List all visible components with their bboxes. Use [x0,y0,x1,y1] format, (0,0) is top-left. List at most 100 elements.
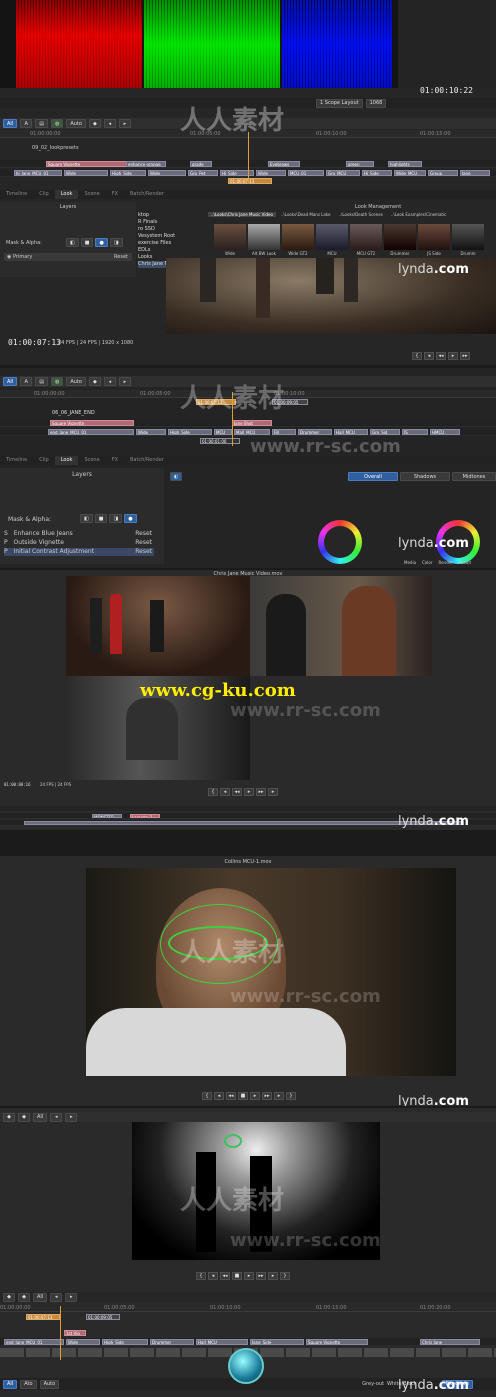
layer-row[interactable]: P Outside Vignette Reset [4,539,154,547]
tab-fx[interactable]: FX [106,190,124,199]
color-wheel-overall[interactable] [318,520,362,564]
mask-button[interactable]: ◧ [66,238,79,247]
tool-button-1[interactable]: A [20,119,33,128]
tab-shadows[interactable]: Shadows [400,472,450,481]
mask-button[interactable]: ◨ [109,238,123,247]
rewind-button[interactable]: ◂◂ [436,352,446,360]
clip[interactable]: Wide [256,170,286,176]
clip[interactable]: Jane [460,170,490,176]
clip[interactable]: Square Vignette [306,1339,368,1345]
step-back-button[interactable]: ◂ [220,788,230,796]
bottom-button[interactable]: All [3,1379,18,1389]
look-thumb[interactable] [350,224,382,250]
look-tab[interactable]: ..\Looks\Dead Mans Lake [278,212,334,217]
diamond-button[interactable]: ◆ [88,377,101,386]
clip[interactable]: Lorenzo_3 [130,814,160,818]
playhead-line[interactable] [232,392,233,446]
clip[interactable]: Square Vignette [50,420,134,426]
clip[interactable]: Wide [64,170,108,176]
clip[interactable]: High_Side [102,1339,148,1345]
timeline-ruler[interactable]: 01:00:00:00 01:00:05:00 01:00:10:00 01:0… [0,1304,496,1312]
clip[interactable]: Fill [272,429,296,435]
layer-reset-button[interactable]: Reset [135,548,152,556]
sub-tab[interactable]: Media [404,560,416,565]
mask-button[interactable]: ■ [94,514,108,523]
folder-item[interactable]: ktop [138,212,204,219]
next-button[interactable]: ▸ [65,1292,78,1302]
look-tab[interactable]: ..\Look Examples\Cinematic [388,212,449,217]
clip[interactable]: Group [428,170,458,176]
clip[interactable]: MONSTER [92,814,122,818]
layer-row-primary[interactable]: ◉ Primary Reset [4,253,132,261]
stop-button[interactable]: ■ [238,1092,248,1100]
scope-size-select[interactable]: 1068 [365,98,387,108]
clip[interactable]: highlights [388,161,422,167]
clip[interactable]: Hall_MCU [334,429,368,435]
tab-clip[interactable]: Clip [33,456,54,465]
clip[interactable]: Hi_Side [362,170,392,176]
tab-batch[interactable]: Batch/Render [124,190,170,199]
forward-button[interactable]: ▸▸ [460,352,470,360]
step-forward-button[interactable]: ▸ [268,788,278,796]
prev-button[interactable]: ◂ [50,1292,63,1302]
prev-button[interactable]: ◂ [50,1112,63,1122]
clip[interactable]: Wide_MCU [394,170,426,176]
look-thumb[interactable] [214,224,246,250]
mini-ruler[interactable] [0,806,496,812]
playhead-line[interactable] [248,132,249,184]
folder-item[interactable]: exercise Files [138,240,204,247]
tab-fx[interactable]: FX [106,456,124,465]
clip[interactable]: Eyebrows [268,161,300,167]
look-tab[interactable]: ..\Looks\Chris Jane Music Video [208,212,276,217]
tool-button-2[interactable]: ▤ [35,119,48,128]
look-thumb[interactable] [316,224,348,250]
select-all-button[interactable]: All [33,1292,48,1302]
clip[interactable]: Gro_Sid [370,429,400,435]
bottom-button[interactable]: Auto [39,1379,60,1389]
mask-button[interactable]: ● [124,514,137,523]
select-all-button[interactable]: All [33,1112,48,1122]
bottom-button[interactable]: Ato [20,1379,37,1389]
clip[interactable]: green [346,161,374,167]
clip[interactable]: HMCU [430,429,460,435]
layer-reset-button[interactable]: Reset [114,253,128,261]
sub-tab[interactable]: Color [422,560,432,565]
grade-tool-button[interactable]: ◍ [50,119,64,128]
tab-batch[interactable]: Batch/Render [124,456,170,465]
clip[interactable]: High_Side [168,429,212,435]
tab-look[interactable]: Look [54,190,79,199]
step-back-button[interactable]: ◂ [424,352,434,360]
tab-scene[interactable]: Scene [78,456,105,465]
layer-row-selected[interactable]: P Initial Contrast Adjustment Reset [4,548,154,556]
clip[interactable]: MCU [214,429,232,435]
look-thumb[interactable] [418,224,450,250]
clip[interactable]: Mall_MCU [234,429,270,435]
clip[interactable]: Jane Shot [232,420,272,426]
look-tab[interactable]: ..\Looks\Death Scenes [336,212,386,217]
prev-button[interactable]: ◂ [103,377,116,386]
auto-button[interactable]: Auto [66,377,86,386]
clip[interactable]: Chris Jane [420,1339,480,1345]
clip[interactable]: High_Side [110,170,146,176]
tab-timeline[interactable]: Timeline [0,190,33,199]
clip[interactable]: end_Jane_MCU_01 [4,1339,64,1345]
clip[interactable]: Drummer [150,1339,194,1345]
select-all-button[interactable]: All [3,377,18,386]
tab-scene[interactable]: Scene [78,190,105,199]
step-back-button[interactable]: ◂ [214,1092,224,1100]
forward-button[interactable]: ▸▸ [256,1272,266,1280]
look-thumb[interactable] [452,224,484,250]
tool-button[interactable]: ◆ [18,1292,30,1302]
clip[interactable]: Gro_Pet [188,170,218,176]
forward-button[interactable]: ▸▸ [262,1092,272,1100]
eye-icon[interactable]: ◉ [7,254,11,260]
tool-button[interactable]: ▤ [35,377,48,386]
clip[interactable]: Wide [136,429,166,435]
prev-button[interactable]: ◂ [103,119,116,128]
rewind-button[interactable]: ◂◂ [220,1272,230,1280]
clip[interactable]: Jane_Side [250,1339,304,1345]
clip[interactable]: grade [190,161,212,167]
clip[interactable]: Hall_MCU [196,1339,248,1345]
mark-in-button[interactable]: { [196,1272,206,1280]
video-track[interactable]: end_Jane_MCU_01 Wide High_Side Drummer H… [0,1338,496,1346]
